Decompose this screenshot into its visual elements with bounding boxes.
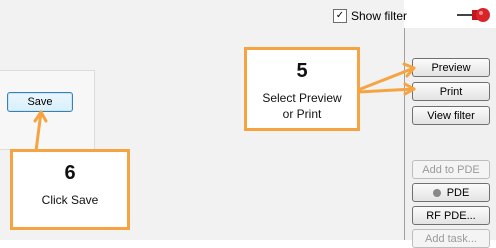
preview-button-label: Preview (431, 61, 471, 74)
callout-step-5: 5 Select Preview or Print (244, 47, 360, 131)
add-to-pde-button[interactable]: Add to PDE (412, 160, 490, 179)
rf-pde-button-label: RF PDE... (426, 209, 476, 222)
callout-text: Click Save (13, 192, 127, 208)
save-button[interactable]: Save (7, 92, 73, 112)
add-to-pde-button-label: Add to PDE (422, 163, 480, 176)
pde-button-label: PDE (446, 186, 470, 199)
callout-number: 5 (296, 60, 308, 82)
pde-button[interactable]: PDE (412, 183, 490, 202)
callout-line: Select Preview (262, 91, 342, 105)
print-button[interactable]: Print (412, 82, 490, 101)
callout-step-6: 6 Click Save (10, 149, 130, 230)
callout-line: or Print (282, 107, 322, 121)
rf-pde-button[interactable]: RF PDE... (412, 206, 490, 225)
add-task-button-label: Add task... (425, 232, 477, 245)
show-filter-checkbox[interactable]: ✓ Show filter (333, 7, 407, 25)
callout-number: 6 (64, 162, 76, 184)
show-filter-label: Show filter (351, 9, 408, 23)
callout-text: Select Preview or Print (247, 90, 357, 122)
view-filter-button-label: View filter (427, 109, 475, 122)
checkmark-icon[interactable]: ✓ (333, 9, 347, 23)
callout-line: Click Save (41, 193, 99, 207)
dot-icon (432, 188, 441, 197)
view-filter-button[interactable]: View filter (412, 106, 490, 125)
print-button-label: Print (439, 85, 463, 98)
save-button-label: Save (27, 96, 53, 108)
preview-button[interactable]: Preview (412, 58, 490, 77)
add-task-button[interactable]: Add task... (412, 229, 490, 248)
pushpin-icon[interactable] (455, 5, 491, 25)
